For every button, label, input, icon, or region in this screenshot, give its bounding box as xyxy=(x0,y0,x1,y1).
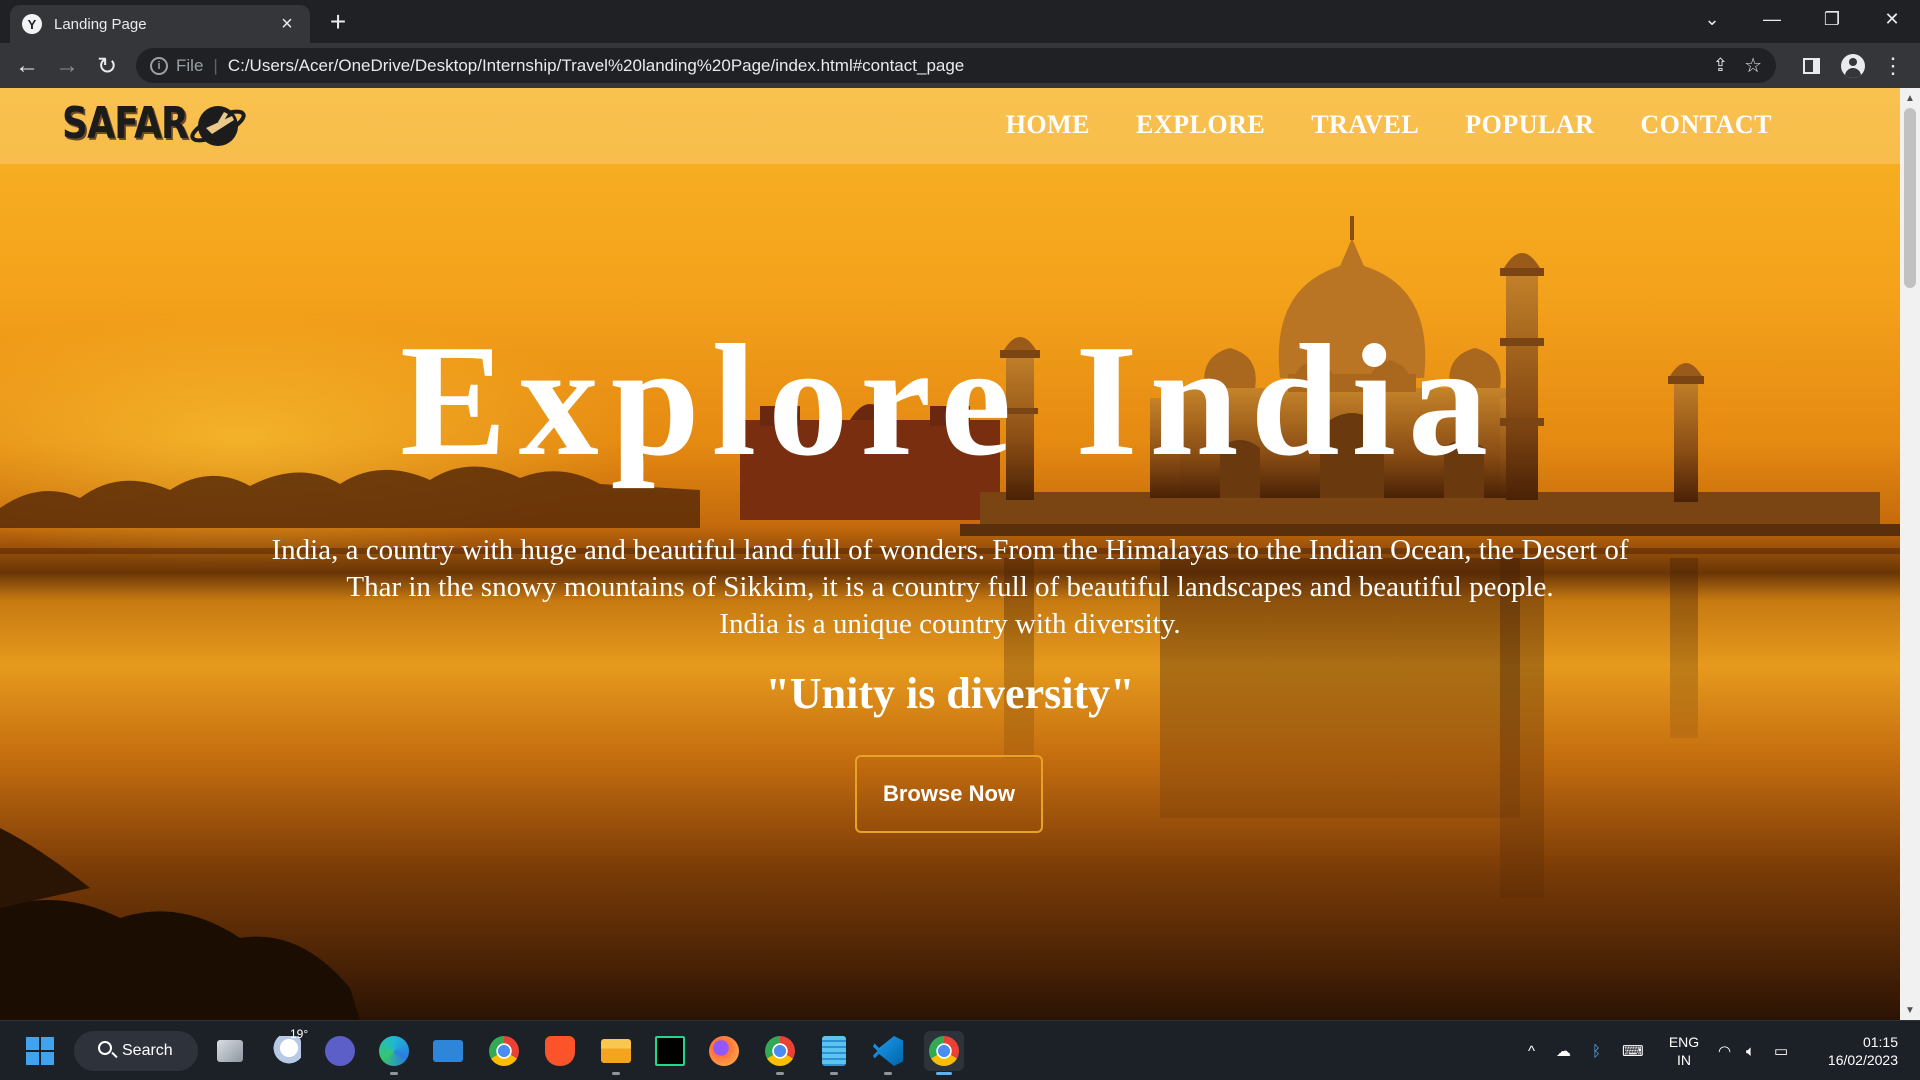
chrome-icon[interactable] xyxy=(484,1031,524,1071)
firefox-icon[interactable] xyxy=(704,1031,744,1071)
reload-icon[interactable]: ↻ xyxy=(90,49,124,83)
address-bar[interactable]: i File | C:/Users/Acer/OneDrive/Desktop/… xyxy=(136,48,1776,83)
nav-contact[interactable]: CONTACT xyxy=(1640,110,1772,140)
start-button[interactable] xyxy=(20,1031,60,1071)
hero-description-line: India, a country with huge and beautiful… xyxy=(271,534,1629,566)
windows-taskbar: Search 19° ^ ☁ ᛒ ⌨ ENG IN ◠ 🔈︎ ▭ 01:15 1… xyxy=(0,1020,1920,1080)
keyboard-icon[interactable]: ⌨ xyxy=(1622,1021,1644,1080)
taskbar-search-label: Search xyxy=(122,1042,173,1059)
file-explorer-icon[interactable] xyxy=(596,1031,636,1075)
hero-title: Explore India xyxy=(400,311,1500,489)
clock-time: 01:15 xyxy=(1862,1034,1898,1050)
task-view-icon[interactable] xyxy=(210,1031,250,1071)
share-icon[interactable]: ⇪ xyxy=(1713,55,1728,76)
browse-now-button[interactable]: Browse Now xyxy=(855,755,1043,833)
browser-tab-strip: Y Landing Page × + ⌄ — ❐ ✕ xyxy=(0,0,1920,43)
language-region: IN xyxy=(1677,1052,1691,1068)
airplane-globe-icon xyxy=(190,106,246,146)
chrome-dev-icon[interactable] xyxy=(924,1031,964,1075)
site-logo[interactable]: SAFAR xyxy=(62,94,246,152)
wifi-icon[interactable]: ◠ xyxy=(1718,1021,1731,1080)
back-icon[interactable]: ← xyxy=(10,49,44,83)
url-scheme: File xyxy=(176,55,204,75)
page-scrollbar[interactable]: ▲ ▼ xyxy=(1900,88,1920,1020)
bookmark-star-icon[interactable]: ☆ xyxy=(1744,53,1762,78)
taskbar-search[interactable]: Search xyxy=(74,1031,198,1071)
nav-travel[interactable]: TRAVEL xyxy=(1311,110,1419,140)
close-icon[interactable]: ✕ xyxy=(1864,0,1920,38)
notepad-icon[interactable] xyxy=(814,1031,854,1075)
search-icon xyxy=(98,1041,112,1055)
hero-description-line: India is a unique country with diversity… xyxy=(719,608,1181,640)
tab-close-icon[interactable]: × xyxy=(276,13,298,36)
browser-toolbar: ← → ↻ i File | C:/Users/Acer/OneDrive/De… xyxy=(0,43,1920,88)
tab-favicon-icon: Y xyxy=(22,14,42,34)
weather-icon[interactable]: 19° xyxy=(266,1027,308,1071)
scrollbar-thumb[interactable] xyxy=(1904,108,1916,288)
hero-description: India, a country with huge and beautiful… xyxy=(150,532,1750,643)
restore-icon[interactable]: ❐ xyxy=(1804,0,1860,38)
logo-text: SAFAR xyxy=(62,97,189,149)
side-panel-icon[interactable] xyxy=(1796,51,1826,81)
nav-explore[interactable]: EXPLORE xyxy=(1136,110,1265,140)
teams-chat-icon[interactable] xyxy=(320,1031,360,1071)
scroll-down-arrow-icon[interactable]: ▼ xyxy=(1900,1000,1920,1020)
mail-icon[interactable] xyxy=(428,1031,468,1071)
nav-home[interactable]: HOME xyxy=(1006,110,1090,140)
info-icon[interactable]: i xyxy=(150,56,168,75)
tab-title: Landing Page xyxy=(54,15,147,33)
show-hidden-icons-chevron-icon[interactable]: ^ xyxy=(1528,1021,1535,1080)
scroll-up-arrow-icon[interactable]: ▲ xyxy=(1900,88,1920,108)
url-separator: | xyxy=(213,55,218,75)
edge-icon[interactable] xyxy=(374,1031,414,1075)
page-viewport: SAFAR HOME EXPLORE TRAVEL POPULAR CONTAC… xyxy=(0,88,1900,1020)
tab-search-icon[interactable]: ⌄ xyxy=(1684,0,1740,38)
clock-date: 16/02/2023 xyxy=(1827,1052,1898,1068)
vscode-icon[interactable] xyxy=(868,1031,908,1075)
onedrive-cloud-icon[interactable]: ☁ xyxy=(1556,1021,1571,1080)
chrome-profile-icon[interactable] xyxy=(760,1031,800,1075)
profile-icon[interactable] xyxy=(1838,51,1868,81)
brave-icon[interactable] xyxy=(540,1031,580,1071)
url-text[interactable]: C:/Users/Acer/OneDrive/Desktop/Internshi… xyxy=(228,56,964,76)
hero-quote: "Unity is diversity" xyxy=(765,669,1135,718)
menu-icon[interactable]: ⋮ xyxy=(1878,51,1908,81)
system-clock[interactable]: 01:15 16/02/2023 xyxy=(1814,1033,1898,1069)
weather-temperature: 19° xyxy=(290,1027,309,1041)
site-header: SAFAR HOME EXPLORE TRAVEL POPULAR CONTAC… xyxy=(0,88,1900,164)
volume-icon[interactable]: 🔈︎ xyxy=(1746,1021,1755,1080)
language-code: ENG xyxy=(1668,1034,1700,1050)
hero-description-line: Thar in the snowy mountains of Sikkim, i… xyxy=(346,571,1554,603)
browser-tab[interactable]: Y Landing Page × xyxy=(10,5,310,43)
bluetooth-icon[interactable]: ᛒ xyxy=(1592,1021,1601,1080)
language-indicator[interactable]: ENG IN xyxy=(1664,1033,1704,1069)
battery-icon[interactable]: ▭ xyxy=(1774,1021,1788,1080)
pycharm-icon[interactable] xyxy=(650,1031,690,1071)
new-tab-icon[interactable]: + xyxy=(322,6,354,38)
minimize-icon[interactable]: — xyxy=(1744,0,1800,38)
main-nav: HOME EXPLORE TRAVEL POPULAR CONTACT xyxy=(1006,110,1772,140)
windows-logo-icon xyxy=(26,1037,54,1065)
forward-icon[interactable]: → xyxy=(50,49,84,83)
nav-popular[interactable]: POPULAR xyxy=(1465,110,1594,140)
